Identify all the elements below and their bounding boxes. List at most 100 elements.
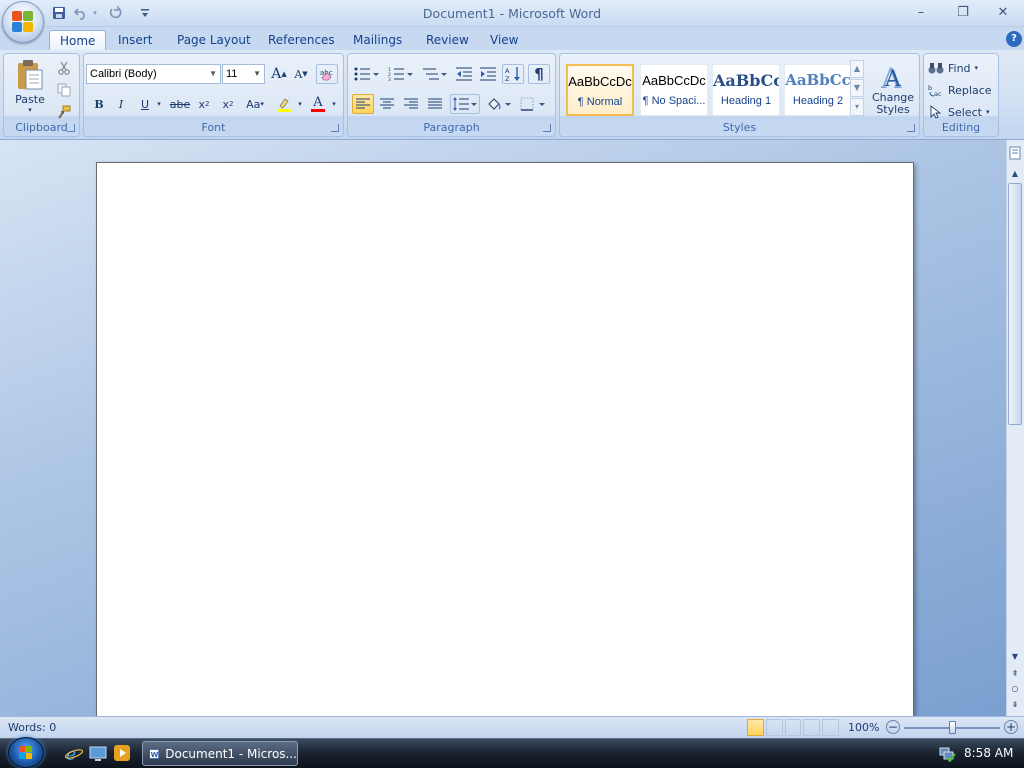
styles-scroll-up-button[interactable]: ▲: [850, 60, 864, 78]
media-player-icon[interactable]: [112, 743, 132, 763]
sort-button[interactable]: AZ: [502, 64, 524, 84]
scroll-up-button[interactable]: ▲: [1008, 168, 1022, 180]
font-family-combo[interactable]: Calibri (Body) ▼: [86, 64, 221, 84]
change-styles-button[interactable]: AA Change Styles: [868, 56, 918, 122]
editing-group-label: Editing: [941, 121, 981, 134]
styles-group: AaBbCcDc ¶ Normal AaBbCcDc ¶ No Spaci...…: [559, 53, 920, 137]
clock[interactable]: 8:58 AM: [964, 746, 1013, 760]
style-no-spacing-name: ¶ No Spaci...: [642, 95, 706, 107]
paste-button[interactable]: Paste ▾: [8, 56, 52, 116]
borders-button[interactable]: [518, 94, 548, 114]
tab-insert[interactable]: Insert: [108, 30, 162, 51]
clipboard-dialog-launcher[interactable]: [67, 124, 75, 132]
bullets-button[interactable]: [352, 64, 382, 84]
align-left-button[interactable]: [352, 94, 374, 114]
change-case-label: Aa: [246, 97, 261, 111]
format-painter-button[interactable]: [54, 102, 74, 122]
vertical-scroll-thumb[interactable]: [1008, 183, 1022, 425]
text-highlight-dropdown-icon[interactable]: ▾: [295, 94, 305, 114]
print-layout-view-button[interactable]: [747, 719, 764, 736]
bold-button[interactable]: B: [90, 94, 108, 114]
restore-button[interactable]: ❐: [948, 3, 978, 21]
superscript-button[interactable]: x2: [218, 94, 238, 114]
shading-button[interactable]: [484, 94, 514, 114]
show-hide-formatting-button[interactable]: ¶: [528, 64, 550, 84]
start-button[interactable]: [8, 737, 44, 768]
zoom-in-button[interactable]: +: [1004, 720, 1018, 734]
clear-formatting-button[interactable]: abc: [316, 64, 338, 84]
text-highlight-button[interactable]: [274, 94, 294, 114]
font-dialog-launcher[interactable]: [331, 124, 339, 132]
shading-icon: [488, 98, 511, 110]
next-page-button[interactable]: ⇟: [1008, 699, 1022, 711]
align-left-icon: [356, 98, 370, 109]
italic-button[interactable]: I: [112, 94, 130, 114]
font-color-button[interactable]: A: [308, 94, 328, 114]
style-normal[interactable]: AaBbCcDc ¶ Normal: [566, 64, 634, 116]
style-heading-1[interactable]: AaBbCc Heading 1: [712, 64, 780, 116]
word-count[interactable]: Words: 0: [8, 721, 56, 734]
shrink-font-button[interactable]: A ▼: [291, 64, 311, 84]
internet-explorer-icon[interactable]: e: [64, 743, 84, 765]
subscript-button[interactable]: x2: [194, 94, 214, 114]
decrease-indent-button[interactable]: [454, 64, 474, 84]
cut-button[interactable]: [54, 58, 74, 78]
scroll-down-button[interactable]: ▼: [1008, 651, 1022, 663]
tab-page-layout[interactable]: Page Layout: [167, 30, 261, 51]
font-color-dropdown-icon[interactable]: ▾: [329, 94, 339, 114]
borders-icon: [520, 97, 545, 111]
ruler-toggle-icon[interactable]: [1008, 146, 1022, 162]
tab-review[interactable]: Review: [416, 30, 479, 51]
taskbar-word-document-button[interactable]: W Document1 - Micros...: [142, 741, 298, 766]
styles-dialog-launcher[interactable]: [907, 124, 915, 132]
outline-view-button[interactable]: [803, 719, 821, 736]
select-browse-object-button[interactable]: ○: [1008, 683, 1022, 695]
zoom-out-button[interactable]: −: [886, 720, 900, 734]
close-button[interactable]: ✕: [988, 3, 1018, 21]
multilevel-list-button[interactable]: [420, 64, 450, 84]
zoom-slider-thumb[interactable]: [949, 721, 956, 734]
align-center-button[interactable]: [376, 94, 398, 114]
paragraph-dialog-launcher[interactable]: [543, 124, 551, 132]
grow-font-button[interactable]: A ▲: [269, 64, 289, 84]
styles-scroll-down-button[interactable]: ▼: [850, 79, 864, 97]
web-layout-view-button[interactable]: [784, 719, 802, 736]
style-heading-2-name: Heading 2: [792, 95, 844, 107]
tab-home[interactable]: Home: [49, 30, 107, 51]
strikethrough-button[interactable]: abe: [168, 94, 192, 114]
font-size-combo[interactable]: 11 ▼: [222, 64, 265, 84]
help-icon[interactable]: ?: [1006, 31, 1022, 47]
styles-more-button[interactable]: ▾: [850, 98, 864, 116]
minimize-button[interactable]: –: [906, 3, 936, 21]
network-status-icon[interactable]: [938, 744, 956, 763]
copy-button[interactable]: [54, 80, 74, 100]
numbering-button[interactable]: 123: [386, 64, 416, 84]
draft-view-button[interactable]: [822, 719, 839, 736]
tab-references[interactable]: References: [258, 30, 345, 51]
increase-indent-button[interactable]: [478, 64, 498, 84]
replace-button[interactable]: b ac Replace: [928, 80, 994, 100]
tab-view[interactable]: View: [480, 30, 528, 51]
view-buttons: [747, 719, 839, 737]
increase-indent-icon: [480, 67, 496, 81]
paste-label: Paste: [15, 92, 45, 106]
full-screen-reading-view-button[interactable]: [765, 719, 783, 736]
document-area: [0, 140, 1006, 716]
decrease-indent-icon: [456, 67, 472, 81]
document-page[interactable]: [96, 162, 914, 716]
previous-page-button[interactable]: ⇞: [1008, 668, 1022, 680]
align-right-button[interactable]: [400, 94, 422, 114]
style-heading-2[interactable]: AaBbCc Heading 2: [784, 64, 852, 116]
select-button[interactable]: Select ▾: [928, 102, 994, 122]
show-desktop-icon[interactable]: [88, 743, 108, 763]
find-button[interactable]: Find ▾: [928, 58, 994, 78]
change-case-button[interactable]: Aa ▾: [242, 94, 268, 114]
style-no-spacing[interactable]: AaBbCcDc ¶ No Spaci...: [640, 64, 708, 116]
office-button[interactable]: [2, 1, 44, 43]
line-spacing-button[interactable]: [450, 94, 480, 114]
zoom-level[interactable]: 100%: [848, 721, 879, 734]
tab-mailings[interactable]: Mailings: [343, 30, 412, 51]
underline-button[interactable]: U: [136, 94, 154, 114]
justify-button[interactable]: [424, 94, 446, 114]
underline-dropdown-icon[interactable]: ▾: [154, 94, 164, 114]
